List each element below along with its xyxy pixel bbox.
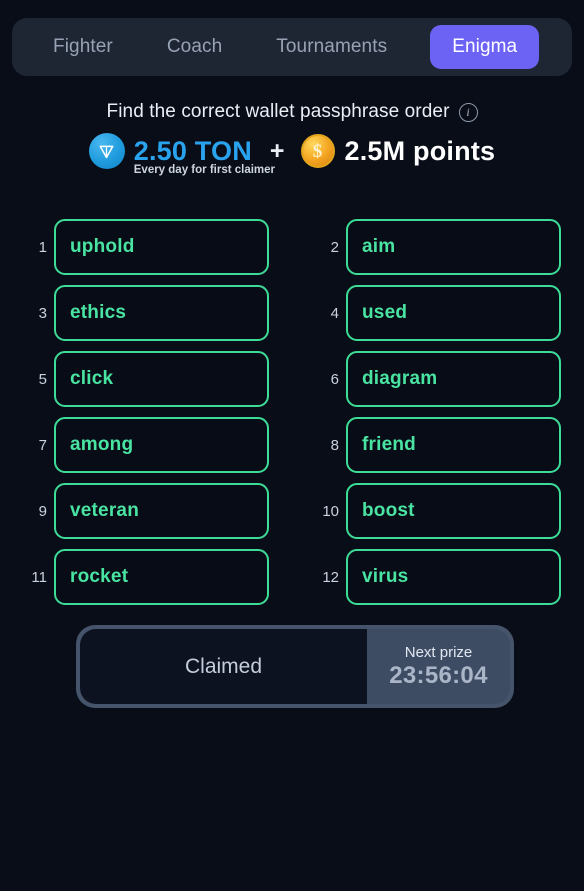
word-tile[interactable]: veteran <box>54 483 269 539</box>
word-cell: 10 boost <box>315 483 561 539</box>
word-tile[interactable]: diagram <box>346 351 561 407</box>
word-cell: 5 click <box>23 351 269 407</box>
word-tile[interactable]: used <box>346 285 561 341</box>
word-cell: 2 aim <box>315 219 561 275</box>
word-cell: 8 friend <box>315 417 561 473</box>
word-tile[interactable]: among <box>54 417 269 473</box>
word-index: 4 <box>330 304 339 322</box>
ton-amount: 2.50 TON <box>133 135 252 166</box>
ton-prize-block: 2.50 TON Every day for first claimer <box>88 133 275 176</box>
word-index: 9 <box>38 502 47 520</box>
word-tile[interactable]: click <box>54 351 269 407</box>
next-prize-countdown: 23:56:04 <box>389 661 488 689</box>
ton-amount-wrap: 2.50 TON Every day for first claimer <box>133 135 275 176</box>
word-index: 12 <box>322 568 339 586</box>
coin-icon: $ <box>300 134 335 168</box>
enigma-screen: Fighter Coach Tournaments Enigma Find th… <box>0 0 584 891</box>
page-title-row: Find the correct wallet passphrase order… <box>0 101 584 123</box>
next-prize-label: Next prize <box>404 643 473 661</box>
word-tile[interactable]: rocket <box>54 549 269 605</box>
word-cell: 11 rocket <box>23 549 269 605</box>
tab-coach[interactable]: Coach <box>150 25 239 69</box>
word-cell: 4 used <box>315 285 561 341</box>
tab-tournaments[interactable]: Tournaments <box>259 25 404 69</box>
word-index: 5 <box>38 370 47 388</box>
tab-enigma[interactable]: Enigma <box>430 25 540 69</box>
points-prize-block: $ 2.5M points <box>300 134 496 168</box>
word-cell: 9 veteran <box>23 483 269 539</box>
word-cell: 3 ethics <box>23 285 269 341</box>
prize-separator: + <box>269 136 285 165</box>
word-index: 2 <box>330 238 339 256</box>
passphrase-word-grid: 1 uphold 2 aim 3 ethics 4 used 5 click 6… <box>0 219 584 605</box>
word-cell: 1 uphold <box>23 219 269 275</box>
word-index: 7 <box>38 436 47 454</box>
word-index: 10 <box>322 502 339 520</box>
tab-fighter[interactable]: Fighter <box>36 25 130 69</box>
word-tile[interactable]: friend <box>346 417 561 473</box>
page-title: Find the correct wallet passphrase order <box>106 101 450 122</box>
next-prize-timer: Next prize 23:56:04 <box>367 629 510 704</box>
claim-bar: Claimed Next prize 23:56:04 <box>76 625 514 708</box>
word-index: 3 <box>38 304 47 322</box>
points-amount: 2.5M points <box>344 135 496 166</box>
info-icon[interactable]: i <box>458 102 478 122</box>
word-index: 6 <box>330 370 339 388</box>
word-index: 11 <box>31 568 47 586</box>
word-cell: 7 among <box>23 417 269 473</box>
ton-prize-note: Every day for first claimer <box>133 163 276 176</box>
word-tile[interactable]: uphold <box>54 219 269 275</box>
prize-row: 2.50 TON Every day for first claimer + $… <box>0 133 584 176</box>
word-tile[interactable]: virus <box>346 549 561 605</box>
word-tile[interactable]: ethics <box>54 285 269 341</box>
word-cell: 12 virus <box>315 549 561 605</box>
word-index: 8 <box>330 436 339 454</box>
main-nav-tabbar: Fighter Coach Tournaments Enigma <box>12 18 572 76</box>
word-tile[interactable]: aim <box>346 219 561 275</box>
word-cell: 6 diagram <box>315 351 561 407</box>
word-tile[interactable]: boost <box>346 483 561 539</box>
word-index: 1 <box>38 238 47 256</box>
claim-status-button[interactable]: Claimed <box>80 629 367 704</box>
ton-logo-icon <box>88 133 125 169</box>
